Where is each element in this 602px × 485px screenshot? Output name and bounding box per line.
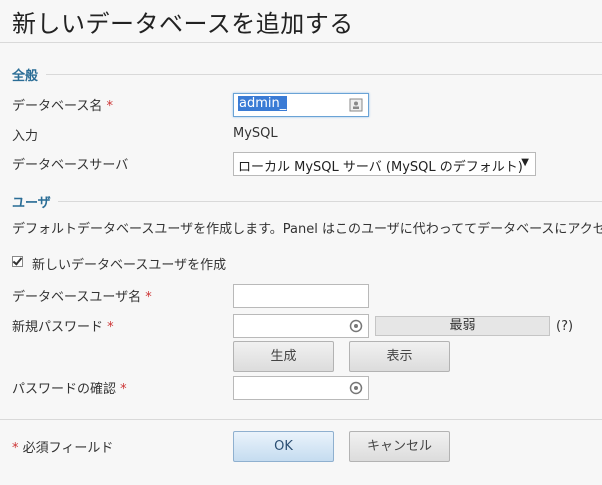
password-label-text: 新規パスワード — [12, 320, 104, 335]
password-label: 新規パスワード * — [12, 316, 114, 335]
required-note: * 必須フィールド — [12, 437, 113, 456]
db-name-value: admin_ — [238, 96, 288, 111]
server-select-value: ローカル MySQL サーバ (MySQL のデフォルト) — [238, 160, 523, 175]
username-label: データベースユーザ名 * — [12, 286, 152, 305]
divider — [0, 419, 602, 420]
confirm-password-label: パスワードの確認 * — [12, 378, 127, 397]
username-input[interactable] — [233, 284, 369, 308]
page-title: 新しいデータベースを追加する — [12, 10, 354, 38]
password-strength-meter: 最弱 — [375, 316, 550, 336]
confirm-password-label-text: パスワードの確認 — [12, 382, 117, 397]
divider — [0, 42, 602, 43]
required-mark: * — [107, 320, 114, 335]
create-user-checkbox[interactable] — [12, 256, 23, 267]
ok-button[interactable]: OK — [233, 431, 334, 462]
type-value: MySQL — [233, 126, 278, 141]
create-user-label[interactable]: 新しいデータベースユーザを作成 — [32, 254, 226, 273]
divider — [58, 201, 602, 202]
password-strength-text: 最弱 — [449, 318, 476, 333]
server-label: データベースサーバ — [12, 158, 129, 173]
cancel-button[interactable]: キャンセル — [349, 431, 450, 462]
generate-button[interactable]: 生成 — [233, 341, 334, 372]
section-heading-users: ユーザ — [12, 196, 51, 211]
server-select[interactable]: ローカル MySQL サーバ (MySQL のデフォルト) ▼ — [233, 152, 536, 176]
required-note-text: 必須フィールド — [22, 441, 114, 456]
password-generator-icon — [349, 381, 363, 395]
password-input[interactable] — [233, 314, 369, 338]
confirm-password-input[interactable] — [233, 376, 369, 400]
db-name-label: データベース名 * — [12, 95, 113, 114]
show-button[interactable]: 表示 — [349, 341, 450, 372]
db-name-input[interactable]: admin_ — [233, 93, 369, 117]
users-description: デフォルトデータベースユーザを作成します。Panel はこのユーザに代わっててデ… — [12, 222, 602, 237]
type-label: 入力 — [12, 129, 39, 144]
divider — [46, 74, 602, 75]
username-label-text: データベースユーザ名 — [12, 290, 142, 305]
required-mark: * — [12, 441, 19, 456]
contact-card-icon — [349, 98, 363, 112]
help-link[interactable]: (?) — [556, 319, 573, 334]
required-mark: * — [120, 382, 127, 397]
required-mark: * — [106, 99, 114, 114]
required-mark: * — [145, 290, 152, 305]
password-generator-icon — [349, 319, 363, 333]
db-name-label-text: データベース名 — [12, 99, 103, 114]
section-heading-general: 全般 — [12, 69, 39, 84]
dropdown-arrow-icon: ▼ — [521, 157, 529, 168]
